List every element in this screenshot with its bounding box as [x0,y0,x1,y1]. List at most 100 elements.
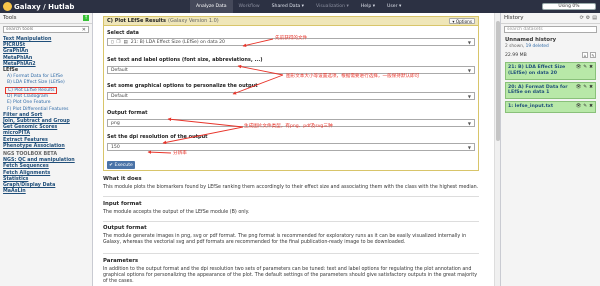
eye-icon[interactable]: 👁 [575,104,581,109]
tool-list-item: C) Plot LEfSe Results [3,86,89,95]
tool-list-item: Phenotype Association [3,144,89,150]
history-header: History ⟳ ⚙ ▤ [501,13,600,24]
deleted-count-link[interactable]: 19 deleted [526,44,549,49]
eye-icon[interactable]: 👁 [575,65,581,70]
execute-button[interactable]: ✔ Execute [107,161,135,169]
shown-count: 2 shown, [505,44,525,49]
history-title: History [504,15,524,21]
delete-icon[interactable]: ✖ [589,65,593,70]
help-heading: Output format [103,225,147,231]
annotation-input-file: 先前获得的文件 [275,36,308,41]
dataset-search-input[interactable]: search datasets [507,27,543,32]
nav-workflow[interactable]: Workflow [233,0,266,13]
param-label: Set the dpi resolution of the output [107,134,208,140]
param-label: Set some graphical options to personaliz… [107,83,258,89]
select-data-value: 21: B) LDA Effect Size (LEfSe) on data 2… [130,39,225,45]
upload-icon[interactable]: ↑ [83,15,89,21]
dpi-value: 150 [111,144,120,150]
annotation-icon[interactable]: ✎ [590,52,596,58]
param-dpi: Set the dpi resolution of the output 150… [107,134,475,151]
output-format-value: png [111,120,120,126]
brand-title: Galaxy / Hutlab [14,2,75,11]
history-size-row: 22.99 MB ⌂ ✎ [501,50,600,60]
help-what-it-does: What it does This module plots the bioma… [103,176,479,191]
pencil-icon[interactable]: ✎ [583,85,587,90]
annotation-dpi: 分辨率 [173,151,187,156]
param-graphical-options: Set some graphical options to personaliz… [107,83,475,100]
eye-icon[interactable]: 👁 [575,85,581,90]
help-heading: Parameters [103,258,139,264]
param-output-format: Output format png ▼ [107,110,475,127]
gear-icon[interactable]: ⚙ [586,15,590,21]
graphical-options-value: Default [111,93,128,99]
annotation-graph-options: 图形文本大小等设置选项，根据需要进行选择，一般保持默认即可 [286,74,420,79]
help-parameters: Parameters In addition to the output for… [103,258,479,286]
tool-search-input[interactable] [6,27,76,32]
chevron-down-icon: ▼ [467,93,471,99]
help-output-format: Output format The module generate images… [103,225,479,246]
chevron-down-icon: ▼ [467,39,471,45]
delete-icon[interactable]: ✖ [589,104,593,109]
options-button[interactable]: ▾ Options [449,18,475,24]
tool-list-item: MaAsLin [3,189,89,195]
dataset-search[interactable]: search datasets [504,26,597,33]
nav-analyze-data[interactable]: Analyze Data [190,0,233,13]
tool-form-title: C) Plot LEfSe Results [107,18,167,24]
help-text: The module generate images in png, svg o… [103,234,467,246]
tool-section-link[interactable]: Phenotype Association [3,144,89,150]
chevron-down-icon: ▼ [467,67,471,73]
dataset-title[interactable]: 1: lefse_input.txt [508,104,578,110]
annotation-output-format: 生成图片文件类型，有png、pdf及svg三种 [244,124,333,129]
tool-version: (Galaxy Version 1.0) [168,18,219,24]
clear-search-icon[interactable]: ✕ [82,27,86,33]
nav-visualization[interactable]: Visualization ▾ [310,0,355,13]
help-heading: Input format [103,201,142,207]
nav-user[interactable]: User ▾ [381,0,407,13]
tool-section-link[interactable]: MaAsLin [3,189,89,195]
param-text-options: Set text and label options (font size, a… [107,57,475,74]
history-name[interactable]: Unnamed history [501,35,600,43]
multiple-datasets-icon[interactable]: ❐ [116,40,120,45]
usage-meter: Using 0% [542,3,596,10]
galaxy-logo-icon [3,2,12,11]
pencil-icon[interactable]: ✎ [583,104,587,109]
history-size: 22.99 MB [505,52,527,58]
dpi-dropdown[interactable]: 150 ▼ [107,143,475,151]
delete-icon[interactable]: ✖ [589,85,593,90]
chevron-down-icon: ▼ [467,144,471,150]
tag-icon[interactable]: ⌂ [582,52,588,58]
brand[interactable]: Galaxy / Hutlab [0,2,190,11]
divider [103,221,479,222]
pencil-icon[interactable]: ✎ [583,65,587,70]
history-list-icon[interactable]: ▤ [592,15,597,21]
tool-search[interactable]: ✕ [3,26,89,33]
help-text: The module accepts the output of the LEf… [103,210,250,215]
tools-title: Tools [3,15,17,21]
help-text: In addition to the output format and the… [103,267,478,285]
chevron-down-icon: ▼ [467,120,471,126]
single-dataset-icon[interactable]: ▯ [111,40,113,45]
nav-help[interactable]: Help ▾ [355,0,381,13]
history-panel: History ⟳ ⚙ ▤ search datasets Unnamed hi… [500,13,600,286]
history-counts: 2 shown, 19 deleted [501,43,600,50]
tool-link-selected[interactable]: C) Plot LEfSe Results [5,86,58,95]
history-dataset-21[interactable]: 21: B) LDA Effect Size (LEfSe) on data 2… [505,62,596,80]
tools-header: Tools ↑ [0,13,92,24]
divider [103,196,479,197]
masthead: Galaxy / Hutlab Analyze Data Workflow Sh… [0,0,600,13]
history-dataset-1[interactable]: 1: lefse_input.txt 👁 ✎ ✖ [505,101,596,113]
param-label: Output format [107,110,148,116]
refresh-icon[interactable]: ⟳ [580,15,584,21]
top-nav: Analyze Data Workflow Shared Data ▾ Visu… [190,0,407,13]
graphical-options-dropdown[interactable]: Default ▼ [107,92,475,100]
param-label: Set text and label options (font size, a… [107,57,263,63]
history-dataset-20[interactable]: 20: A) Format Data for LEfSe on data 1 👁… [505,81,596,100]
collection-icon[interactable]: ▤ [124,40,128,45]
tool-list: Text Manipulation PICRUSt GraPhlAn MetaPhlA… [0,35,92,195]
help-input-format: Input format The module accepts the outp… [103,201,479,216]
help-heading: What it does [103,176,142,182]
dataset-title[interactable]: 21: B) LDA Effect Size (LEfSe) on data 2… [508,65,578,77]
nav-shared-data[interactable]: Shared Data ▾ [266,0,310,13]
dataset-title[interactable]: 20: A) Format Data for LEfSe on data 1 [508,85,578,97]
divider [103,253,479,254]
